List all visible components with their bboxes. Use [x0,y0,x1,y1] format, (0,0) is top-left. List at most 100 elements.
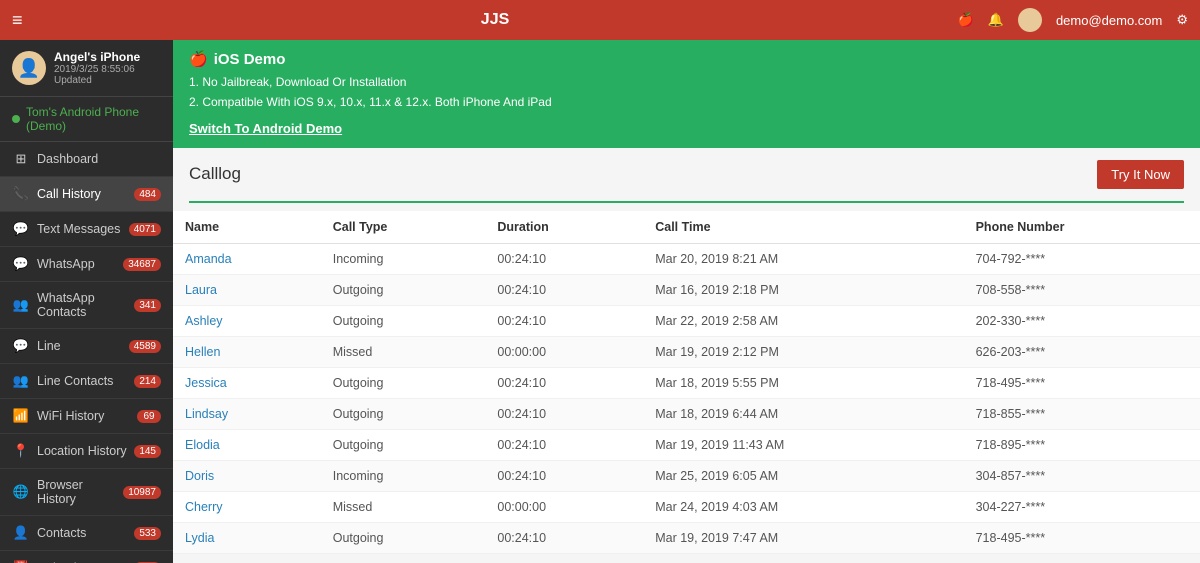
cell-call-type: Outgoing [321,367,486,398]
cell-duration: 00:24:10 [485,398,643,429]
sidebar-item-text-messages[interactable]: 💬Text Messages4071 [0,212,173,247]
calllog-table: Name Call Type Duration Call Time Phone … [173,211,1200,554]
cell-name[interactable]: Elodia [173,429,321,460]
sidebar-item-location-history[interactable]: 📍Location History145 [0,434,173,469]
cell-name[interactable]: Ashley [173,305,321,336]
sidebar-badge-browser-history: 10987 [123,486,161,499]
sidebar-badge-call-history: 484 [134,188,161,201]
sidebar-item-line[interactable]: 💬Line4589 [0,329,173,364]
dashboard-icon: ⊞ [12,151,30,167]
cell-name[interactable]: Lindsay [173,398,321,429]
sidebar-item-label-location-history: Location History [37,444,134,458]
share-icon[interactable]: ⚙ [1176,12,1188,28]
sidebar-item-label-text-messages: Text Messages [37,222,129,236]
table-row: Jessica Outgoing 00:24:10 Mar 18, 2019 5… [173,367,1200,398]
table-row: Doris Incoming 00:24:10 Mar 25, 2019 6:0… [173,460,1200,491]
sidebar-demo-device[interactable]: Tom's Android Phone (Demo) [0,97,173,142]
cell-call-type: Missed [321,491,486,522]
calllog-table-head: Name Call Type Duration Call Time Phone … [173,211,1200,244]
table-row: Ashley Outgoing 00:24:10 Mar 22, 2019 2:… [173,305,1200,336]
cell-call-time: Mar 19, 2019 11:43 AM [643,429,963,460]
sidebar-item-call-history[interactable]: 📞Call History484 [0,177,173,212]
cell-name[interactable]: Jessica [173,367,321,398]
col-call-time: Call Time [643,211,963,244]
sidebar-item-label-line-contacts: Line Contacts [37,374,134,388]
cell-call-type: Outgoing [321,274,486,305]
cell-call-type: Incoming [321,460,486,491]
ios-banner-title: 🍎 iOS Demo [189,50,1184,68]
cell-name[interactable]: Doris [173,460,321,491]
cell-duration: 00:24:10 [485,429,643,460]
table-row: Lindsay Outgoing 00:24:10 Mar 18, 2019 6… [173,398,1200,429]
topbar-right: 🍎 🔔 demo@demo.com ⚙ [958,8,1188,32]
ios-point-2: 2. Compatible With iOS 9.x, 10.x, 11.x &… [189,92,1184,112]
cell-duration: 00:24:10 [485,243,643,274]
ios-banner: 🍎 iOS Demo 1. No Jailbreak, Download Or … [173,40,1200,148]
cell-phone: 718-495-**** [964,367,1200,398]
sidebar-item-label-dashboard: Dashboard [37,152,161,166]
apple-icon: 🍎 [958,12,974,28]
line-icon: 💬 [12,338,30,354]
sidebar-profile: 👤 Angel's iPhone 2019/3/25 8:55:06 Updat… [0,40,173,97]
apple-icon: 🍎 [189,50,208,68]
ios-banner-points: 1. No Jailbreak, Download Or Installatio… [189,72,1184,113]
cell-phone: 708-558-**** [964,274,1200,305]
table-row: Amanda Incoming 00:24:10 Mar 20, 2019 8:… [173,243,1200,274]
cell-call-time: Mar 22, 2019 2:58 AM [643,305,963,336]
sidebar-item-label-browser-history: Browser History [37,478,123,506]
call-history-icon: 📞 [12,186,30,202]
sidebar-item-browser-history[interactable]: 🌐Browser History10987 [0,469,173,516]
online-dot [12,115,20,123]
sidebar-badge-line-contacts: 214 [134,375,161,388]
sidebar-item-label-line: Line [37,339,129,353]
cell-call-type: Outgoing [321,305,486,336]
cell-name[interactable]: Hellen [173,336,321,367]
cell-phone: 304-227-**** [964,491,1200,522]
hamburger-icon[interactable]: ≡ [12,10,23,31]
cell-duration: 00:24:10 [485,522,643,553]
calllog-header: Calllog Try It Now [173,148,1200,201]
col-phone: Phone Number [964,211,1200,244]
avatar[interactable] [1018,8,1042,32]
switch-to-android-link[interactable]: Switch To Android Demo [189,121,342,136]
profile-info: Angel's iPhone 2019/3/25 8:55:06 Updated [54,50,161,86]
cell-phone: 718-855-**** [964,398,1200,429]
ios-demo-label: iOS Demo [214,51,286,68]
cell-name[interactable]: Laura [173,274,321,305]
table-row: Elodia Outgoing 00:24:10 Mar 19, 2019 11… [173,429,1200,460]
try-it-now-button[interactable]: Try It Now [1097,160,1184,189]
cell-duration: 00:24:10 [485,367,643,398]
table-row: Cherry Missed 00:00:00 Mar 24, 2019 4:03… [173,491,1200,522]
contacts-icon: 👤 [12,525,30,541]
calllog-area: Calllog Try It Now Name Call Type Durati… [173,148,1200,563]
cell-name[interactable]: Amanda [173,243,321,274]
whatsapp-contacts-icon: 👥 [12,297,30,313]
cell-duration: 00:00:00 [485,491,643,522]
sidebar-item-wifi-history[interactable]: 📶WiFi History69 [0,399,173,434]
cell-phone: 718-495-**** [964,522,1200,553]
ios-point-1: 1. No Jailbreak, Download Or Installatio… [189,72,1184,92]
cell-phone: 202-330-**** [964,305,1200,336]
cell-call-time: Mar 18, 2019 6:44 AM [643,398,963,429]
cell-phone: 704-792-**** [964,243,1200,274]
sidebar: 👤 Angel's iPhone 2019/3/25 8:55:06 Updat… [0,40,173,563]
cell-call-type: Missed [321,336,486,367]
sidebar-badge-whatsapp-contacts: 341 [134,299,161,312]
col-call-type: Call Type [321,211,486,244]
divider [189,201,1184,203]
wifi-history-icon: 📶 [12,408,30,424]
profile-name: Angel's iPhone [54,50,161,64]
sidebar-item-whatsapp-contacts[interactable]: 👥 WhatsApp Contacts341 [0,282,173,329]
col-duration: Duration [485,211,643,244]
main-layout: 👤 Angel's iPhone 2019/3/25 8:55:06 Updat… [0,40,1200,563]
sidebar-item-calendars[interactable]: 📅Calendars541 [0,551,173,563]
cell-name[interactable]: Lydia [173,522,321,553]
sidebar-badge-text-messages: 4071 [129,223,161,236]
cell-name[interactable]: Cherry [173,491,321,522]
sidebar-item-line-contacts[interactable]: 👥Line Contacts214 [0,364,173,399]
sidebar-item-label-whatsapp-contacts: WhatsApp Contacts [37,291,134,319]
sidebar-item-whatsapp[interactable]: 💬WhatsApp34687 [0,247,173,282]
calllog-table-body: Amanda Incoming 00:24:10 Mar 20, 2019 8:… [173,243,1200,553]
sidebar-item-dashboard[interactable]: ⊞ Dashboard [0,142,173,177]
sidebar-item-contacts[interactable]: 👤Contacts533 [0,516,173,551]
